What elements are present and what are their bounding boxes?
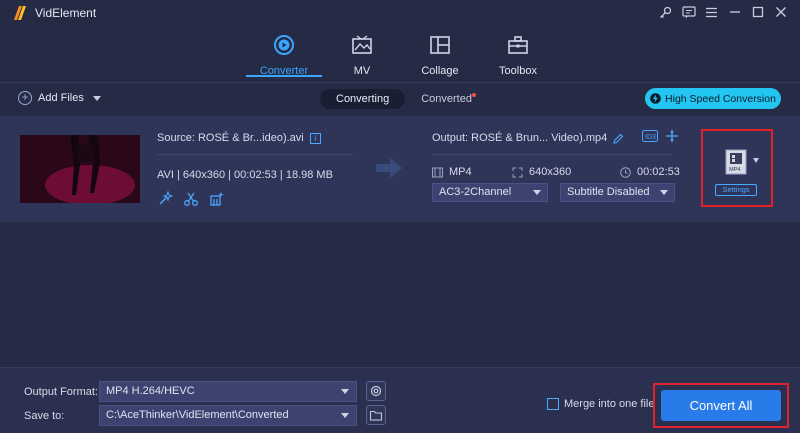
scissors-icon[interactable]	[183, 191, 199, 207]
output-format-value: MP4 H.264/HEVC	[106, 385, 195, 397]
format-settings-button[interactable]	[366, 381, 386, 401]
tab-toolbox-label: Toolbox	[499, 65, 537, 77]
feedback-icon[interactable]	[681, 4, 696, 20]
add-files-button[interactable]: + Add Files	[18, 91, 101, 105]
output-format-label: Output Format:	[24, 386, 98, 398]
output-filename: Output: ROSÉ & Brun... Video).mp4	[432, 132, 624, 144]
id3-icon[interactable]: ID3	[642, 130, 658, 142]
menu-icon[interactable]	[704, 4, 719, 20]
subtitle-dropdown[interactable]: Subtitle Disabled	[560, 183, 675, 202]
tab-converted[interactable]: Converted	[405, 89, 488, 109]
tab-mv-label: MV	[353, 65, 371, 77]
minimize-icon[interactable]	[727, 4, 742, 20]
output-resolution: 640x360	[512, 166, 571, 178]
settings-button[interactable]: Settings	[715, 184, 757, 196]
format-settings-highlight: MP4 Settings	[701, 129, 773, 207]
output-format-text: MP4	[449, 166, 472, 178]
chevron-down-icon	[533, 190, 541, 195]
tab-converter[interactable]: Converter	[244, 34, 324, 80]
add-icon: +	[18, 91, 32, 105]
output-divider	[432, 154, 672, 155]
subtitle-value: Subtitle Disabled	[567, 186, 650, 198]
open-folder-button[interactable]	[366, 405, 386, 425]
chevron-down-icon	[341, 389, 349, 394]
save-to-value: C:\AceThinker\VidElement\Converted	[106, 409, 289, 421]
output-resolution-text: 640x360	[529, 166, 572, 178]
chevron-down-icon	[660, 190, 668, 195]
high-speed-conversion-button[interactable]: High Speed Conversion	[645, 88, 781, 109]
toolbar: + Add Files Converting Converted High Sp…	[0, 83, 800, 115]
video-thumbnail[interactable]	[20, 135, 140, 203]
window-controls	[658, 4, 788, 20]
tab-converted-label: Converted	[421, 93, 472, 105]
film-icon	[432, 167, 443, 177]
converter-icon	[274, 35, 294, 55]
resolution-icon	[512, 167, 523, 177]
bottom-bar: Output Format: MP4 H.264/HEVC Save to: C…	[0, 367, 800, 433]
edit-effects-icon[interactable]	[209, 191, 225, 207]
tab-mv[interactable]: MV	[322, 34, 402, 80]
app-title: VidElement	[35, 6, 97, 20]
source-tools	[157, 191, 225, 207]
maximize-icon[interactable]	[750, 4, 765, 20]
output-meta: MP4 640x360 00:02:53	[432, 166, 682, 180]
convert-all-highlight: Convert All	[653, 383, 789, 428]
source-filename-text: Source: ROSÉ & Br...ideo).avi	[157, 132, 304, 144]
mv-icon	[352, 35, 372, 54]
chevron-down-icon[interactable]	[92, 95, 101, 101]
settings-icon	[370, 385, 382, 397]
enhance-icon[interactable]	[157, 191, 173, 207]
tab-collage[interactable]: Collage	[400, 34, 480, 80]
lightning-icon	[650, 93, 661, 104]
info-icon[interactable]: i	[309, 132, 321, 144]
save-to-label: Save to:	[24, 410, 65, 422]
output-duration: 00:02:53	[620, 166, 680, 178]
output-icons: ID3	[642, 130, 678, 142]
collage-icon	[430, 36, 450, 54]
main-nav: Converter MV Collage Toolbox	[0, 30, 800, 80]
chevron-down-icon	[341, 413, 349, 418]
clock-icon	[620, 166, 631, 178]
merge-option[interactable]: Merge into one file	[547, 398, 655, 410]
chevron-down-icon[interactable]	[753, 158, 759, 163]
svg-text:MP4: MP4	[729, 167, 740, 173]
tab-converting-label: Converting	[336, 93, 390, 105]
merge-checkbox[interactable]	[547, 398, 559, 410]
app-logo-icon	[14, 6, 26, 20]
edit-icon[interactable]	[613, 133, 624, 144]
audio-track-dropdown[interactable]: AC3-2Channel	[432, 183, 548, 202]
add-files-label: Add Files	[38, 92, 84, 104]
key-icon[interactable]	[658, 4, 673, 20]
folder-icon	[370, 410, 382, 421]
conversion-tabs: Converting Converted	[320, 89, 488, 109]
high-speed-label: High Speed Conversion	[665, 92, 776, 105]
svg-text:ID3: ID3	[645, 134, 656, 141]
source-divider	[157, 154, 353, 155]
notification-dot	[471, 93, 476, 97]
source-filename: Source: ROSÉ & Br...ideo).avi i	[157, 132, 321, 144]
save-to-dropdown[interactable]: C:\AceThinker\VidElement\Converted	[99, 405, 357, 426]
thumbnail-image	[20, 135, 140, 203]
output-format-dropdown[interactable]: MP4 H.264/HEVC	[99, 381, 357, 402]
output-filename-text: Output: ROSÉ & Brun... Video).mp4	[432, 132, 608, 144]
file-row: Source: ROSÉ & Br...ideo).avi i AVI | 64…	[0, 116, 800, 222]
merge-label: Merge into one file	[564, 398, 655, 410]
close-icon[interactable]	[773, 4, 788, 20]
convert-all-button[interactable]: Convert All	[661, 390, 781, 421]
tab-collage-label: Collage	[421, 65, 459, 77]
compress-icon[interactable]	[666, 130, 678, 142]
tab-toolbox[interactable]: Toolbox	[478, 34, 558, 80]
file-list-empty-area	[0, 222, 800, 367]
arrow-right-icon	[376, 158, 402, 178]
output-duration-text: 00:02:53	[637, 166, 680, 178]
audio-track-value: AC3-2Channel	[439, 186, 512, 198]
title-bar: VidElement	[0, 0, 800, 26]
source-meta: AVI | 640x360 | 00:02:53 | 18.98 MB	[157, 169, 333, 181]
active-tab-indicator	[246, 75, 322, 77]
output-format: MP4	[432, 166, 472, 178]
tab-converting[interactable]: Converting	[320, 89, 406, 109]
toolbox-icon	[508, 36, 528, 54]
mp4-format-icon[interactable]: MP4	[725, 149, 747, 175]
